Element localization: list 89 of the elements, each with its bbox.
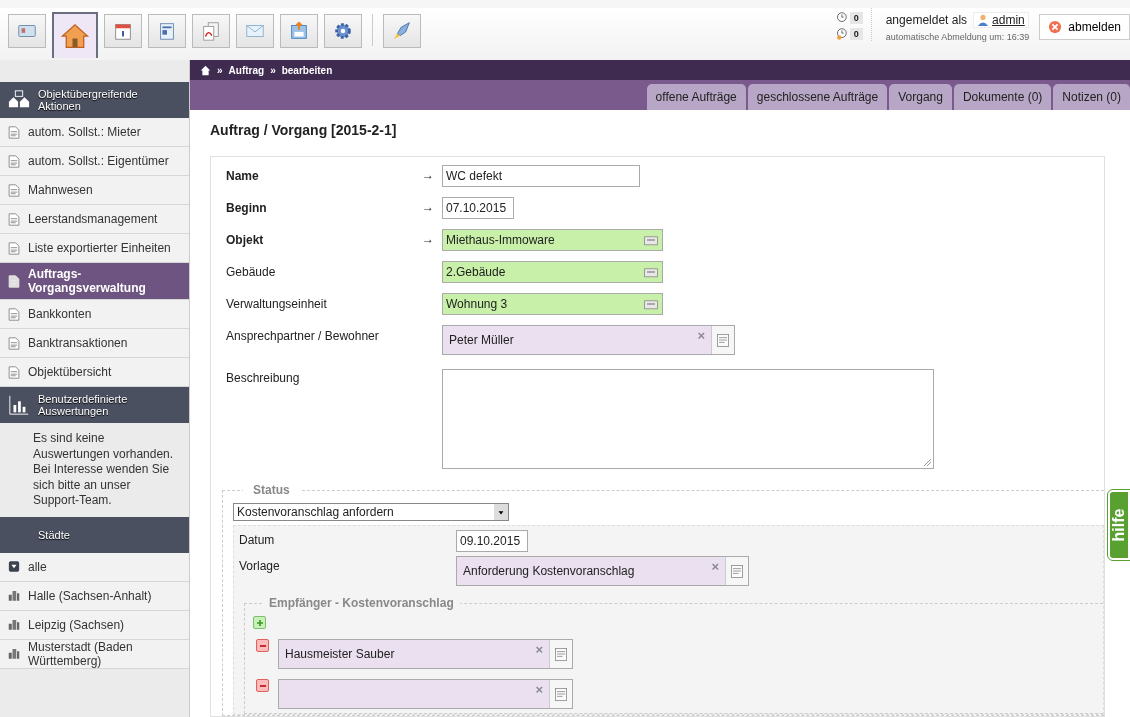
collapse-icon: [8, 560, 20, 574]
field-label: Gebäude: [226, 264, 277, 279]
toolbar-button[interactable]: [52, 12, 98, 58]
tab[interactable]: Dokumente (0): [953, 84, 1052, 110]
field-label: Datum: [239, 532, 276, 547]
text-field[interactable]: WC defekt: [442, 165, 640, 187]
toolbar-button[interactable]: [383, 14, 421, 48]
sidebar-item[interactable]: autom. Sollst.: Mieter: [0, 118, 189, 147]
page-icon: [8, 241, 20, 255]
arrow-marker: →: [422, 231, 435, 246]
sidebar-item[interactable]: Objektübersicht: [0, 358, 189, 387]
arrow-marker: →: [422, 167, 435, 182]
field-label: Vorlage: [239, 558, 281, 573]
sidebar-item[interactable]: Auftrags-Vorgangsverwaltung: [0, 263, 189, 300]
date-field[interactable]: 09.10.2015: [456, 530, 528, 552]
page-icon: [8, 154, 20, 168]
breadcrumb-separator: »: [270, 64, 276, 76]
inbox-icon: [288, 20, 310, 42]
toolbar-button[interactable]: [148, 14, 186, 48]
page-icon: [8, 274, 20, 288]
resize-grip-icon[interactable]: [922, 457, 932, 467]
field-label: Beschreibung: [226, 370, 301, 385]
sidebar-item[interactable]: Bankkonten: [0, 300, 189, 329]
sidebar-item[interactable]: Liste exportierter Einheiten: [0, 234, 189, 263]
add-button[interactable]: [253, 616, 266, 629]
sidebar-item[interactable]: alle: [0, 552, 189, 582]
tab[interactable]: Vorgang: [889, 84, 952, 110]
arrow-marker: →: [422, 199, 435, 214]
logged-in-label: angemeldet als: [885, 13, 968, 27]
field-label: Verwaltungseinheit: [226, 296, 328, 311]
sidebar-header: Objektübergreifende Aktionen: [0, 82, 189, 118]
remove-button[interactable]: [256, 679, 269, 692]
toolbar-button[interactable]: [104, 14, 142, 48]
sidebar-header: Städte: [0, 516, 189, 553]
user-icon: [977, 14, 990, 26]
auto-logout-text: automatische Abmeldung um: 16:39: [885, 32, 1030, 42]
username-link[interactable]: admin: [973, 12, 1029, 28]
buildings-icon: [8, 618, 20, 632]
breadcrumb-separator: »: [217, 64, 223, 76]
page-icon: [8, 212, 20, 226]
status-dropdown[interactable]: Kostenvoranschlag anfordern: [233, 503, 509, 521]
sidebar-item[interactable]: autom. Sollst.: Eigentümer: [0, 147, 189, 176]
info-text: Es sind keine Auswertungen vorhanden. Bei Interesse wenden Sie sich bitte an unser Support-Team.: [32, 430, 175, 510]
remove-button[interactable]: [256, 639, 269, 652]
breadcrumb-link[interactable]: Auftrag: [228, 64, 265, 76]
toolbar-button[interactable]: [192, 14, 230, 48]
tab[interactable]: Notizen (0): [1053, 84, 1130, 110]
toolbar-button[interactable]: [280, 14, 318, 48]
counter-value: 0: [849, 12, 863, 24]
page-icon: [8, 307, 20, 321]
field-label: Name: [226, 168, 260, 183]
page-icon: [8, 125, 20, 139]
section-legend: Empfänger - Kostenvoranschlag: [263, 596, 460, 610]
section-legend: Status: [243, 483, 300, 497]
date-field[interactable]: 07.10.2015: [442, 197, 514, 219]
tab[interactable]: offene Aufträge: [646, 84, 746, 110]
house-icon: [60, 21, 90, 51]
page-icon: [8, 365, 20, 379]
toolbar-button[interactable]: [8, 14, 46, 48]
page-icon: [8, 183, 20, 197]
counter-value: 0: [849, 28, 863, 40]
sidebar-item[interactable]: Leipzig (Sachsen): [0, 610, 189, 640]
lookup-field[interactable]: Wohnung 3: [442, 293, 663, 315]
lookup-field[interactable]: Miethaus-Immoware: [442, 229, 663, 251]
close-icon: [1048, 20, 1063, 34]
lookup-field[interactable]: 2.Gebäude: [442, 261, 663, 283]
page-title: Auftrag / Vorgang [2015-2-1]: [210, 122, 398, 138]
field-label: Beginn: [226, 200, 268, 215]
sidebar-header: Benutzerdefinierte Auswertungen: [0, 387, 189, 423]
sidebar-item[interactable]: Mahnwesen: [0, 176, 189, 205]
settings-icon: [332, 20, 354, 42]
home-icon[interactable]: [200, 64, 211, 76]
bar-chart-icon: [8, 394, 30, 416]
toolbar-button[interactable]: [324, 14, 362, 48]
buildings-icon: [8, 589, 20, 603]
buildings-icon: [8, 647, 20, 661]
page-icon: [8, 336, 20, 350]
logout-button[interactable]: abmelden: [1039, 14, 1130, 40]
sidebar-item[interactable]: Musterstadt (Baden Württemberg): [0, 639, 189, 669]
tab[interactable]: geschlossene Aufträge: [747, 84, 888, 110]
breadcrumb-link[interactable]: bearbeiten: [281, 64, 333, 76]
sidebar-item[interactable]: Leerstandsmanagement: [0, 205, 189, 234]
caret-icon: [497, 508, 505, 516]
description-field[interactable]: [442, 369, 934, 469]
sidebar-item[interactable]: Halle (Sachsen-Anhalt): [0, 581, 189, 611]
field-label: Ansprechpartner / Bewohner: [226, 328, 380, 343]
plus-icon: [254, 617, 265, 628]
sidebar-item[interactable]: Banktransaktionen: [0, 329, 189, 358]
field-label: Objekt: [226, 232, 265, 247]
